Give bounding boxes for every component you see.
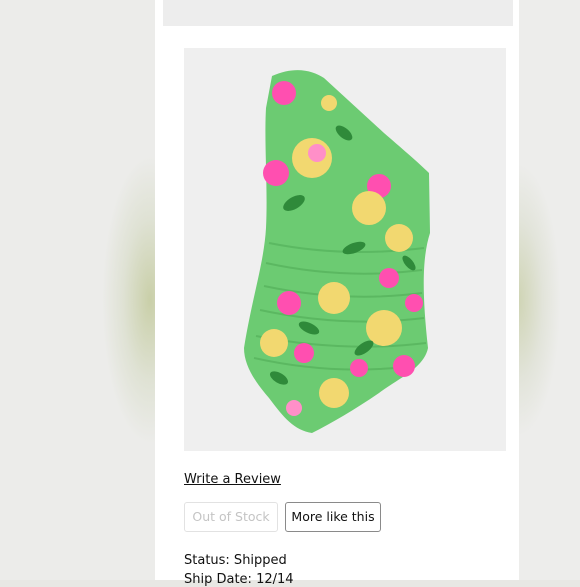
swimsuit-illustration — [244, 70, 430, 433]
write-review-link[interactable]: Write a Review — [184, 472, 281, 487]
listing-card: Write a Review Out of Stock More like th… — [155, 0, 519, 587]
top-bar — [163, 0, 513, 26]
blurred-background-right — [518, 0, 580, 580]
status-text: Status: Shipped — [184, 553, 287, 568]
product-image[interactable] — [184, 48, 506, 451]
more-like-this-button[interactable]: More like this — [285, 502, 381, 532]
blurred-background-left — [0, 0, 155, 580]
out-of-stock-button: Out of Stock — [184, 502, 278, 532]
